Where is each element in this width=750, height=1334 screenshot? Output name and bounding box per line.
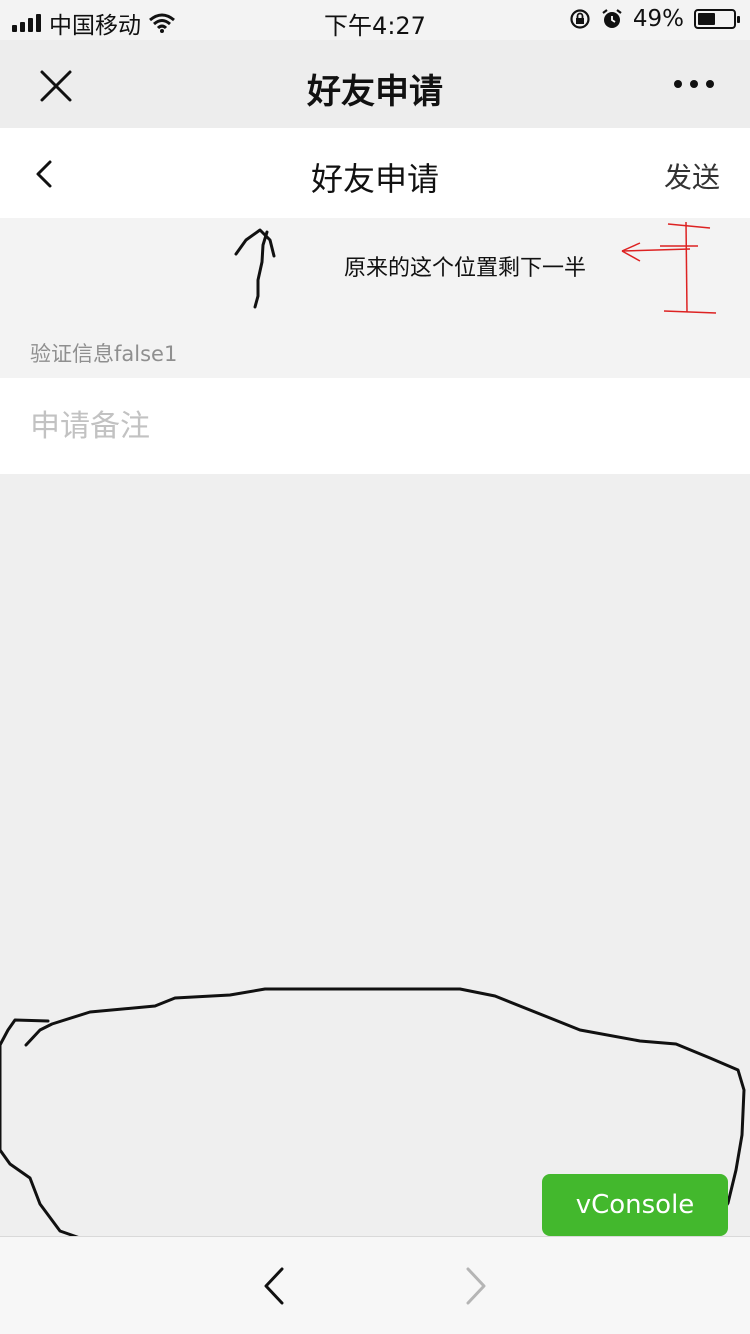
alarm-icon bbox=[602, 9, 622, 28]
lock-rotation-icon bbox=[570, 9, 590, 29]
screen: 中国移动 下午4:27 49% 好友申请 好友申请 发送 原来的这个位置剩下一半… bbox=[0, 0, 750, 1334]
status-right: 49% bbox=[569, 6, 740, 32]
remark-input[interactable] bbox=[30, 398, 720, 454]
battery-fill bbox=[698, 13, 715, 25]
chevron-right-icon[interactable] bbox=[456, 1265, 496, 1307]
status-bar: 中国移动 下午4:27 49% bbox=[0, 0, 750, 40]
vconsole-button[interactable]: vConsole bbox=[542, 1174, 728, 1236]
remark-row bbox=[0, 378, 750, 474]
bottom-toolbar bbox=[0, 1236, 750, 1334]
webview-header: 好友申请 bbox=[0, 40, 750, 128]
app-nav-bar: 好友申请 发送 bbox=[0, 128, 750, 218]
battery-icon bbox=[694, 9, 740, 29]
section-label: 验证信息false1 bbox=[30, 342, 178, 366]
webview-title: 好友申请 bbox=[307, 72, 443, 112]
battery-percent: 49% bbox=[632, 6, 684, 32]
annotation-text: 原来的这个位置剩下一半 bbox=[344, 256, 587, 281]
header-gap: 原来的这个位置剩下一半 验证信息false1 bbox=[0, 218, 750, 378]
chevron-left-icon[interactable] bbox=[256, 1265, 296, 1307]
page-title: 好友申请 bbox=[310, 160, 439, 198]
more-icon[interactable] bbox=[674, 80, 714, 88]
send-button[interactable]: 发送 bbox=[664, 156, 720, 196]
